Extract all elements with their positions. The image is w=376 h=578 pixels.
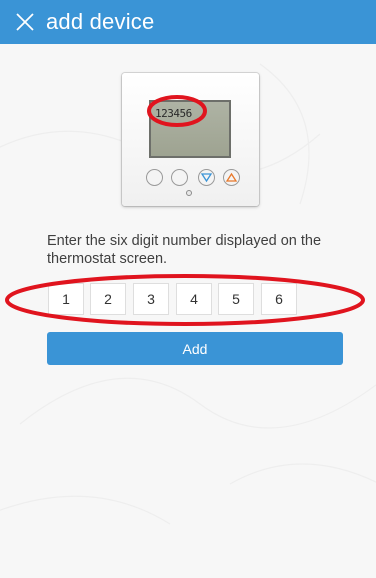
triangle-down-icon bbox=[200, 173, 213, 183]
triangle-up-icon bbox=[225, 172, 238, 182]
digit-field-3[interactable]: 3 bbox=[133, 283, 169, 315]
digit-field-1[interactable]: 1 bbox=[48, 283, 84, 315]
add-button[interactable]: Add bbox=[47, 332, 343, 365]
page-title: add device bbox=[46, 9, 155, 34]
digit-field-4[interactable]: 4 bbox=[176, 283, 212, 315]
thermostat-lcd: 123456 bbox=[149, 100, 231, 158]
close-button[interactable] bbox=[14, 11, 36, 33]
digit-field-2[interactable]: 2 bbox=[90, 283, 126, 315]
thermostat-button-up bbox=[223, 169, 240, 186]
thermostat-button-2 bbox=[171, 169, 188, 186]
app-header: add device bbox=[0, 0, 376, 44]
close-icon bbox=[16, 13, 34, 31]
digit-field-5[interactable]: 5 bbox=[218, 283, 254, 315]
thermostat-button-down bbox=[198, 169, 215, 186]
lcd-code: 123456 bbox=[155, 107, 192, 120]
thermostat-led bbox=[186, 190, 192, 196]
digit-field-6[interactable]: 6 bbox=[261, 283, 297, 315]
thermostat-image: 123456 bbox=[122, 73, 259, 206]
thermostat-button-1 bbox=[146, 169, 163, 186]
instruction-text: Enter the six digit number displayed on … bbox=[47, 233, 322, 267]
